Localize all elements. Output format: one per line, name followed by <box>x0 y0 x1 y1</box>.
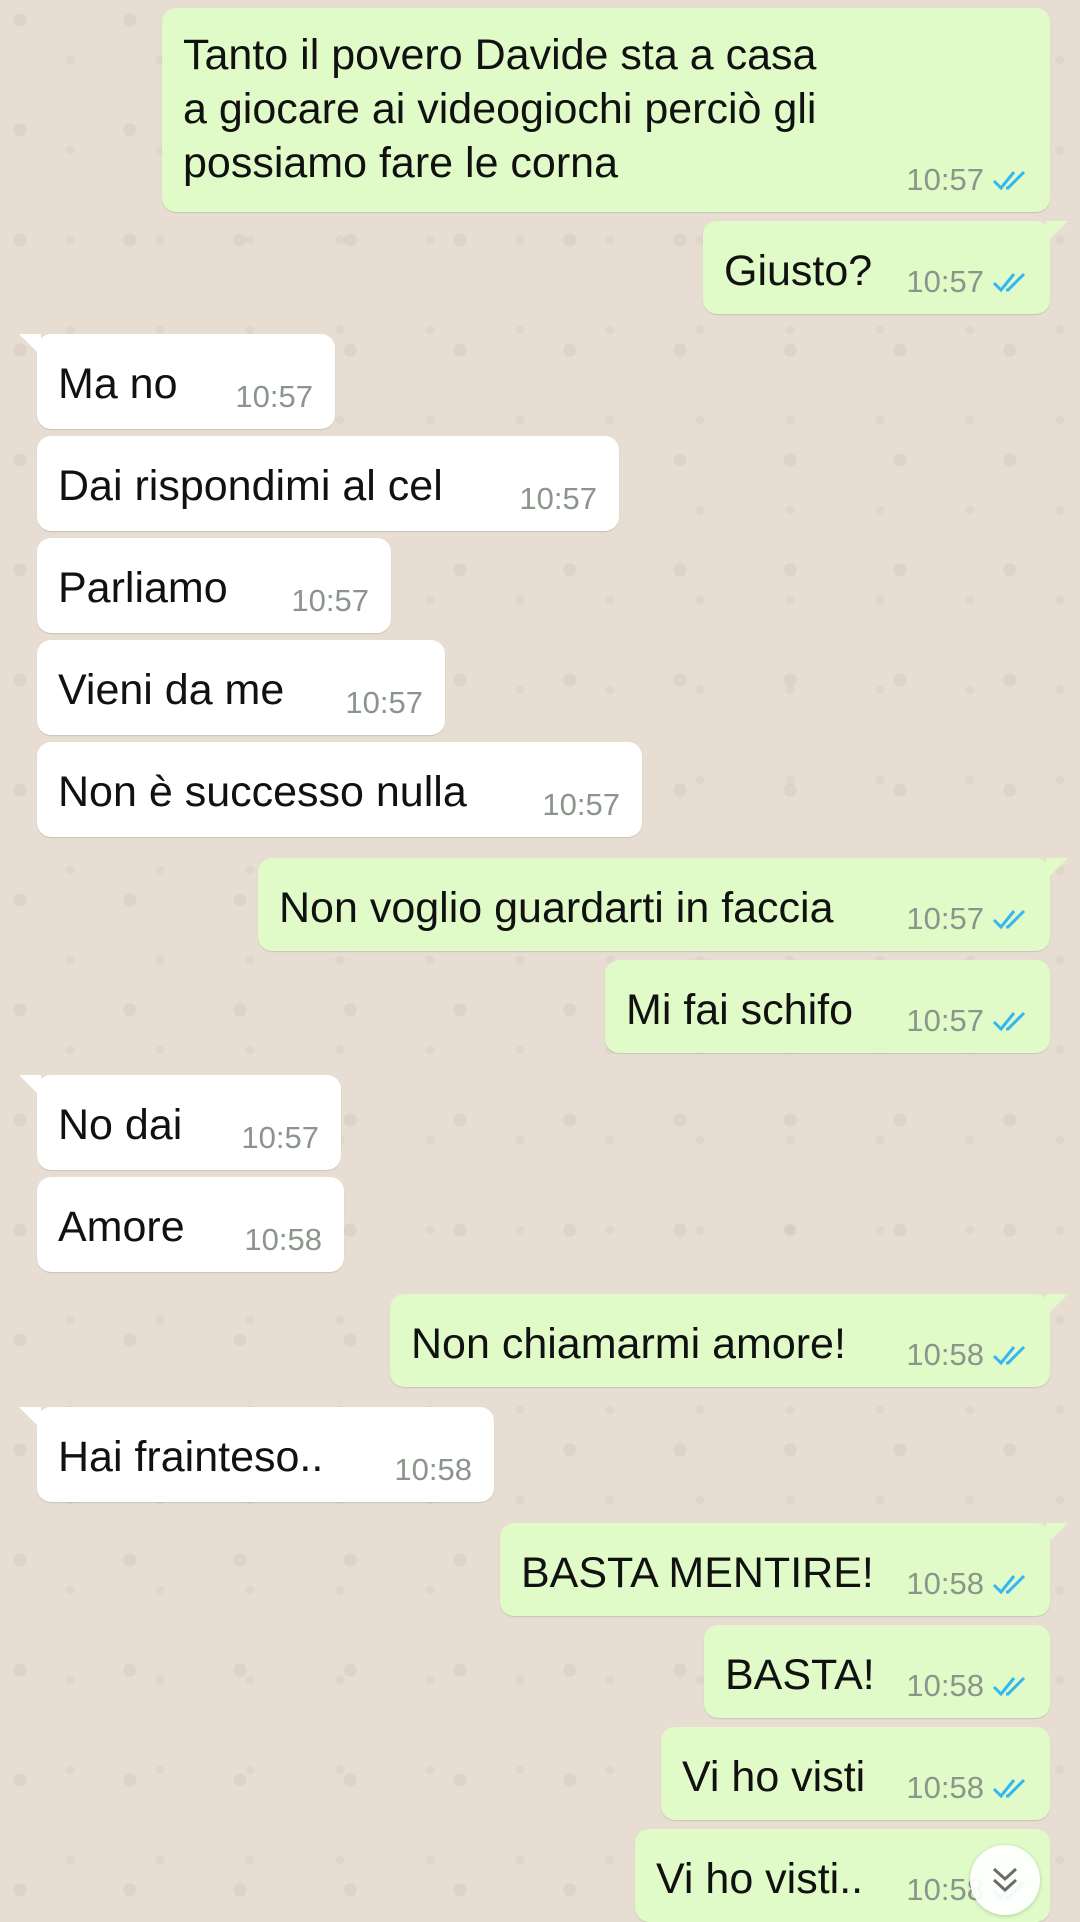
message-bubble-incoming[interactable]: Dai rispondimi al cel 10:57 <box>37 436 619 531</box>
double-check-icon <box>992 1574 1026 1595</box>
message-text: No dai <box>58 1101 183 1149</box>
double-check-icon <box>992 1345 1026 1366</box>
message-bubble-outgoing[interactable]: Non voglio guardarti in faccia 10:57 <box>258 858 1068 951</box>
double-check-icon <box>992 1011 1026 1032</box>
message-text: Vi ho visti.. <box>656 1855 864 1903</box>
double-chevron-down-icon <box>992 1867 1018 1893</box>
message-bubble-incoming[interactable]: Amore 10:58 <box>37 1177 344 1272</box>
message-bubble-incoming[interactable]: Ma no 10:57 <box>19 334 335 429</box>
message-time: 10:57 <box>291 583 369 618</box>
message-meta: 10:57 <box>241 1120 319 1156</box>
double-check-icon <box>992 1676 1026 1697</box>
message-text: Amore <box>58 1203 185 1251</box>
message-meta: 10:58 <box>906 1668 1030 1704</box>
message-meta: 10:58 <box>906 1337 1030 1373</box>
message-meta: 10:57 <box>542 787 620 823</box>
message-time: 10:57 <box>519 481 597 516</box>
message-text: Hai frainteso.. <box>58 1433 324 1481</box>
chat-area[interactable]: Tanto il povero Davide sta a casa a gioc… <box>0 0 1080 1922</box>
message-text: Non è successo nulla <box>58 768 467 816</box>
message-bubble-incoming[interactable]: Parliamo 10:57 <box>37 538 391 633</box>
message-text: Ma no <box>58 360 178 408</box>
message-meta: 10:57 <box>519 481 597 517</box>
message-bubble-outgoing[interactable]: Vi ho visti 10:58 <box>661 1727 1050 1820</box>
message-bubble-incoming[interactable]: Hai frainteso.. 10:58 <box>19 1407 494 1502</box>
message-time: 10:57 <box>906 264 984 299</box>
message-bubble-outgoing[interactable]: BASTA MENTIRE! 10:58 <box>500 1523 1068 1616</box>
message-text: Non voglio guardarti in faccia <box>279 884 834 932</box>
message-bubble-incoming[interactable]: No dai 10:57 <box>19 1075 341 1170</box>
message-time: 10:58 <box>906 1566 984 1601</box>
message-text: Vi ho visti <box>682 1753 866 1801</box>
message-time: 10:58 <box>394 1452 472 1487</box>
double-check-icon <box>992 1778 1026 1799</box>
message-bubble-outgoing[interactable]: Mi fai schifo 10:57 <box>605 960 1050 1053</box>
message-text: Giusto? <box>724 247 873 295</box>
message-text: Mi fai schifo <box>626 986 854 1034</box>
message-meta: 10:57 <box>906 901 1030 937</box>
message-meta: 10:58 <box>244 1222 322 1258</box>
message-meta: 10:57 <box>906 162 1030 198</box>
message-time: 10:57 <box>345 685 423 720</box>
message-time: 10:57 <box>906 901 984 936</box>
double-check-icon <box>992 170 1026 191</box>
message-meta: 10:57 <box>906 264 1030 300</box>
message-time: 10:58 <box>906 1770 984 1805</box>
message-bubble-incoming[interactable]: Vieni da me 10:57 <box>37 640 445 735</box>
message-text: BASTA MENTIRE! <box>521 1549 874 1597</box>
message-bubble-outgoing[interactable]: Non chiamarmi amore! 10:58 <box>390 1294 1068 1387</box>
message-text: Parliamo <box>58 564 228 612</box>
message-time: 10:58 <box>244 1222 322 1257</box>
message-meta: 10:58 <box>906 1770 1030 1806</box>
message-time: 10:58 <box>906 1337 984 1372</box>
message-text: Dai rispondimi al cel <box>58 462 443 510</box>
message-time: 10:57 <box>235 379 313 414</box>
message-bubble-incoming[interactable]: Non è successo nulla 10:57 <box>37 742 642 837</box>
message-time: 10:57 <box>241 1120 319 1155</box>
message-time: 10:58 <box>906 1668 984 1703</box>
message-time: 10:57 <box>906 1003 984 1038</box>
message-meta: 10:57 <box>291 583 369 619</box>
message-bubble-outgoing[interactable]: Giusto? 10:57 <box>703 221 1068 314</box>
message-text: BASTA! <box>725 1651 875 1699</box>
scroll-to-bottom-button[interactable] <box>970 1845 1040 1915</box>
message-bubble-outgoing[interactable]: Tanto il povero Davide sta a casa a gioc… <box>162 8 1050 212</box>
message-text: Tanto il povero Davide sta a casa a gioc… <box>183 31 817 187</box>
message-meta: 10:57 <box>906 1003 1030 1039</box>
message-text: Vieni da me <box>58 666 285 714</box>
message-meta: 10:58 <box>394 1452 472 1488</box>
message-text: Non chiamarmi amore! <box>411 1320 846 1368</box>
message-meta: 10:58 <box>906 1566 1030 1602</box>
message-bubble-outgoing[interactable]: BASTA! 10:58 <box>704 1625 1050 1718</box>
double-check-icon <box>992 272 1026 293</box>
message-time: 10:57 <box>542 787 620 822</box>
message-time: 10:57 <box>906 162 984 197</box>
double-check-icon <box>992 909 1026 930</box>
message-meta: 10:57 <box>235 379 313 415</box>
message-meta: 10:57 <box>345 685 423 721</box>
